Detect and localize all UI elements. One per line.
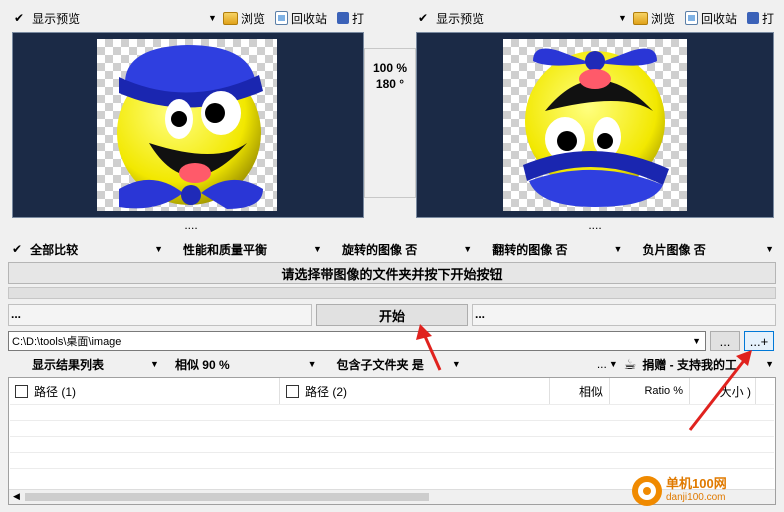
watermark-url: danji100.com <box>666 492 726 503</box>
watermark-text: 单机100网 danji100.com <box>666 477 727 505</box>
annotation-arrows <box>416 324 752 431</box>
watermark: 单机100网 danji100.com <box>632 474 727 508</box>
watermark-logo-icon <box>632 476 662 506</box>
arrow-to-start <box>422 333 442 371</box>
arrow-head-icon <box>416 324 432 340</box>
watermark-site: 单机100网 <box>666 476 727 491</box>
arrow-head-icon <box>736 350 752 366</box>
arrow-to-add-folder <box>688 357 748 431</box>
